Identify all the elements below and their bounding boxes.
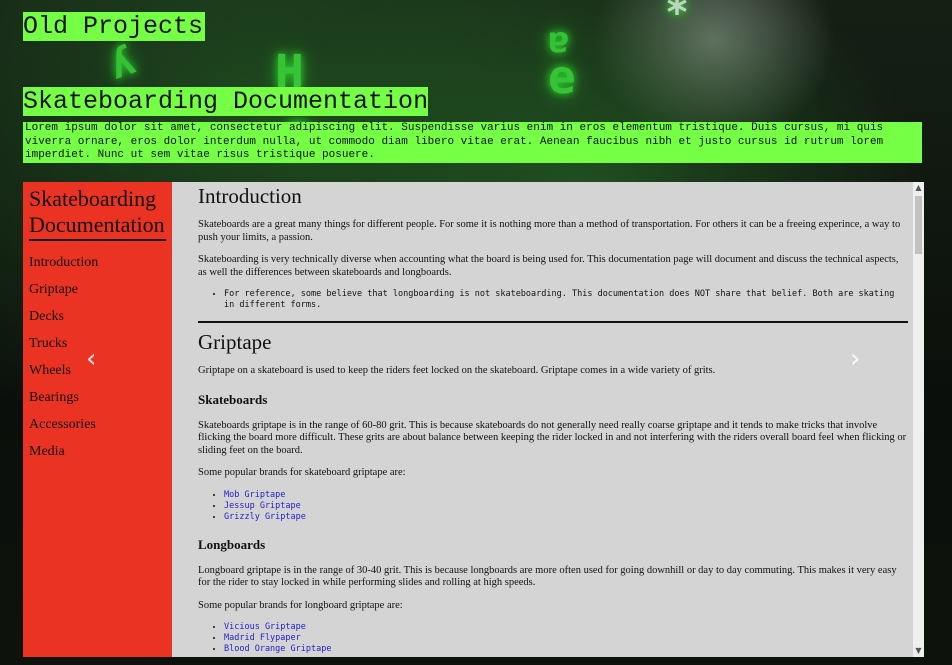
nav-link-trucks[interactable]: Trucks [29, 330, 172, 357]
doc-title: Skateboarding Documentation [23, 87, 429, 116]
list-item: Mob Griptape [224, 490, 908, 501]
brand-link[interactable]: Madrid Flypaper [224, 633, 301, 643]
list-item: Blood Orange Griptape [224, 644, 908, 655]
nav-link-media[interactable]: Media [29, 438, 172, 465]
skateboard-brands-list: Mob Griptape Jessup Griptape Grizzly Gri… [198, 490, 908, 523]
list-item: Grizzly Griptape [224, 512, 908, 523]
paragraph: Skateboards griptape is in the range of … [198, 419, 907, 456]
list-item: Madrid Flypaper [224, 633, 908, 644]
note-item: For reference, some believe that longboa… [224, 289, 908, 311]
scrollbar[interactable]: ▲ ▼ [913, 182, 924, 657]
nav-link-introduction[interactable]: Introduction [29, 249, 172, 276]
nav-link-bearings[interactable]: Bearings [29, 384, 172, 411]
list-item: Vicious Griptape [224, 622, 908, 633]
brand-link[interactable]: Vicious Griptape [224, 622, 306, 632]
section-divider [198, 321, 908, 323]
nav-link-accessories[interactable]: Accessories [29, 411, 172, 438]
list-item: Jessup Griptape [224, 501, 908, 512]
brand-link[interactable]: Jessup Griptape [224, 501, 301, 511]
brand-link[interactable]: Blood Orange Griptape [224, 644, 331, 654]
scroll-thumb[interactable] [915, 196, 922, 254]
paragraph: Longboard griptape is in the range of 30… [198, 564, 897, 589]
documentation-frame: Skateboarding Documentation Introduction… [23, 182, 924, 657]
scroll-up-icon[interactable]: ▲ [913, 182, 924, 194]
nav-link-wheels[interactable]: Wheels [29, 357, 172, 384]
section-introduction: Introduction Skateboards are a great man… [198, 184, 908, 311]
section-title-griptape: Griptape [198, 330, 272, 354]
paragraph: Skateboarding is very technically divers… [198, 254, 899, 278]
scroll-down-icon[interactable]: ▼ [913, 645, 924, 657]
page-title: Old Projects [23, 12, 206, 41]
brand-link[interactable]: Grizzly Griptape [224, 512, 306, 522]
chevron-right-icon[interactable]: › [850, 344, 860, 374]
paragraph: Griptape on a skateboard is used to keep… [198, 365, 716, 376]
note-list: For reference, some believe that longboa… [198, 289, 908, 311]
nav-header: Skateboarding Documentation [29, 186, 166, 241]
chevron-left-icon[interactable]: ‹ [86, 344, 96, 374]
intro-text: Lorem ipsum dolor sit amet, consectetur … [23, 122, 922, 163]
paragraph: Some popular brands for longboard gripta… [198, 599, 403, 611]
section-title-introduction: Introduction [198, 184, 302, 208]
section-griptape: Griptape Griptape on a skateboard is use… [198, 330, 908, 655]
nav-link-decks[interactable]: Decks [29, 303, 172, 330]
brand-link[interactable]: Mob Griptape [224, 490, 285, 500]
paragraph: Skateboards are a great many things for … [198, 219, 901, 243]
nav-link-griptape[interactable]: Griptape [29, 276, 172, 303]
longboard-brands-list: Vicious Griptape Madrid Flypaper Blood O… [198, 622, 908, 655]
main-doc[interactable]: Introduction Skateboards are a great man… [172, 182, 924, 657]
subheading-longboards: Longboards [198, 536, 266, 552]
subheading-skateboards: Skateboards [198, 391, 268, 407]
navbar: Skateboarding Documentation Introduction… [23, 182, 172, 657]
paragraph: Some popular brands for skateboard gript… [198, 467, 406, 478]
